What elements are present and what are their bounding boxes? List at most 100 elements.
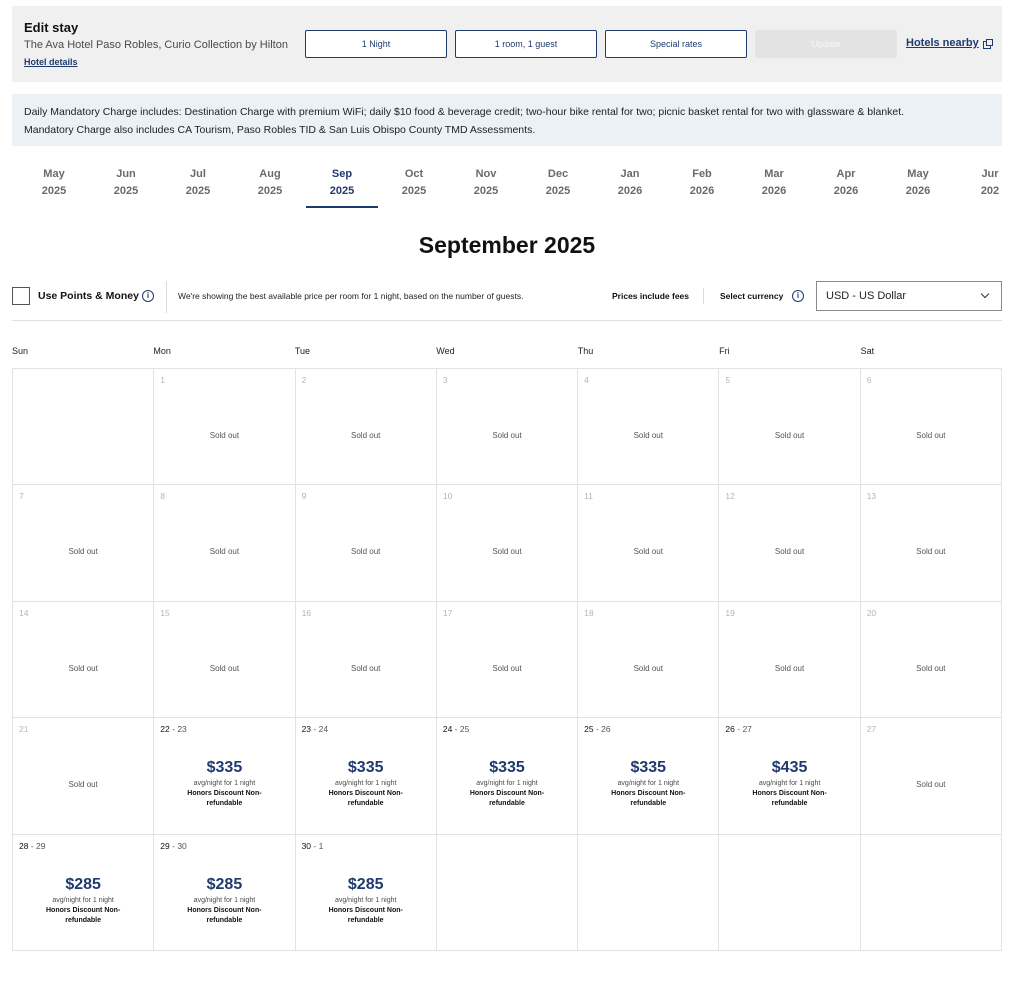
month-tab[interactable]: Jur 202 — [954, 166, 1024, 200]
chevron-down-icon — [980, 289, 990, 299]
month-tab-year: 2026 — [689, 185, 715, 197]
external-link-icon — [982, 38, 993, 49]
month-tab-year: 2025 — [257, 185, 283, 197]
month-tab[interactable]: Sep 2025 — [306, 166, 378, 200]
day-end: 24 — [318, 724, 329, 735]
month-tab-year: 2026 — [761, 185, 787, 197]
month-tab[interactable]: Nov 2025 — [450, 166, 522, 200]
month-tab[interactable]: Jul 2025 — [162, 166, 234, 200]
calendar-day-cell[interactable]: 23 - 24 $335 avg/night for 1 night Honors D… — [295, 718, 437, 835]
hotel-name: The Ava Hotel Paso Robles, Curio Collect… — [24, 39, 288, 51]
best-price-note: We're showing the best available price p… — [178, 291, 524, 301]
month-tab[interactable]: May 2025 — [18, 166, 90, 200]
currency-select[interactable]: USD - US Dollar — [816, 281, 1002, 311]
day-start: 2 — [301, 375, 307, 385]
day-number: 11 — [584, 491, 593, 501]
month-tab-month: Mar — [764, 168, 784, 180]
nightly-price[interactable]: $285 — [154, 875, 294, 895]
mandatory-charge-notice: Daily Mandatory Charge includes: Destina… — [12, 94, 1002, 146]
calendar-day-cell: 1 Sold out — [154, 369, 296, 486]
nightly-price[interactable]: $335 — [154, 758, 294, 778]
day-start: 21 — [19, 724, 29, 735]
month-tab[interactable]: May 2026 — [882, 166, 954, 200]
day-number: 26 - 27 — [725, 724, 752, 734]
price-block: $285 avg/night for 1 night Honors Discount… — [296, 875, 436, 926]
day-number: 6 — [867, 375, 872, 385]
avg-night-note: avg/night for 1 night — [193, 896, 256, 904]
calendar-day-cell[interactable]: 26 - 27 $435 avg/night for 1 night Honors D… — [719, 718, 861, 835]
day-start: 18 — [584, 607, 594, 618]
sold-out-label: Sold out — [916, 780, 946, 790]
hotel-details-link[interactable]: Hotel details — [24, 57, 78, 67]
calendar-day-cell: 18 Sold out — [578, 601, 720, 719]
options-divider — [166, 281, 167, 313]
month-tab[interactable]: Jan 2026 — [594, 166, 666, 200]
nightly-price[interactable]: $335 — [296, 758, 436, 778]
nightly-price[interactable]: $435 — [719, 758, 859, 778]
day-start: 22 — [160, 724, 170, 735]
avg-night-note: avg/night for 1 night — [193, 780, 256, 788]
month-tab[interactable]: Apr 2026 — [810, 166, 882, 200]
day-range-dash: - — [311, 840, 319, 851]
sold-out-label: Sold out — [68, 663, 98, 673]
points-info-icon[interactable]: i — [142, 290, 154, 302]
nights-button[interactable]: 1 Night — [305, 30, 447, 58]
price-block: $335 avg/night for 1 night Honors Discount… — [296, 758, 436, 809]
month-tab-year: 2025 — [545, 185, 571, 197]
month-tab-month: May — [43, 168, 65, 180]
select-currency-label: Select currency — [720, 291, 784, 301]
nightly-price[interactable]: $285 — [13, 875, 153, 895]
calendar-day-cell: 19 Sold out — [719, 601, 861, 719]
month-tab-year: 2025 — [41, 185, 67, 197]
calendar-day-cell[interactable]: 24 - 25 $335 avg/night for 1 night Honors D… — [436, 718, 579, 835]
nightly-price[interactable]: $335 — [437, 758, 577, 778]
nightly-price[interactable]: $335 — [578, 758, 718, 778]
calendar-day-cell: 8 Sold out — [154, 485, 296, 602]
month-tab[interactable]: Feb 2026 — [666, 166, 738, 200]
day-start: 14 — [19, 607, 29, 618]
day-start: 20 — [866, 607, 877, 618]
month-tab-month: May — [907, 168, 929, 180]
day-number: 19 — [725, 608, 734, 618]
currency-info-icon[interactable]: i — [792, 290, 804, 302]
hotels-nearby-link[interactable]: Hotels nearby — [906, 37, 993, 49]
rate-name: Honors Discount Non-refundable — [46, 906, 121, 924]
sold-out-label: Sold out — [209, 431, 240, 440]
use-points-checkbox[interactable] — [12, 287, 30, 305]
weekday-header: Wed — [436, 346, 455, 356]
price-block: $335 avg/night for 1 night Honors Discount… — [437, 758, 577, 809]
month-tab[interactable]: Dec 2025 — [522, 166, 594, 200]
day-number: 9 — [302, 491, 307, 501]
nightly-price[interactable]: $285 — [296, 875, 436, 895]
calendar-day-cell: 2 Sold out — [295, 369, 437, 486]
use-points-label[interactable]: Use Points & Money — [38, 290, 139, 302]
special-rates-button[interactable]: Special rates — [605, 30, 747, 58]
sold-out-label: Sold out — [916, 663, 946, 673]
month-tab[interactable]: Jun 2025 — [90, 166, 162, 200]
update-button[interactable]: Update — [755, 30, 897, 58]
month-tab-year: 2025 — [329, 185, 355, 197]
calendar-day-cell: 5 Sold out — [719, 369, 861, 486]
day-start: 17 — [442, 607, 453, 618]
day-start: 26 — [725, 724, 735, 735]
sold-out-label: Sold out — [633, 663, 663, 673]
calendar-day-cell: 9 Sold out — [295, 485, 437, 602]
calendar-day-cell[interactable]: 28 - 29 $285 avg/night for 1 night Honors D… — [13, 834, 155, 951]
month-tab[interactable]: Aug 2025 — [234, 166, 306, 200]
month-tab-year: 2025 — [473, 185, 499, 197]
month-tab[interactable]: Oct 2025 — [378, 166, 450, 200]
day-number: 29 - 30 — [160, 841, 187, 851]
calendar-day-cell[interactable]: 30 - 1 $285 avg/night for 1 night Honors Di… — [295, 834, 437, 951]
day-start: 5 — [725, 375, 731, 385]
calendar-day-cell[interactable]: 25 - 26 $335 avg/night for 1 night Honors D… — [578, 718, 720, 835]
day-range-dash: - — [28, 840, 37, 851]
month-tab-month: Oct — [404, 168, 424, 180]
day-range-dash: - — [311, 724, 319, 735]
month-tab-month: Jun — [116, 168, 136, 180]
month-tab[interactable]: Mar 2026 — [738, 166, 810, 200]
calendar-day-cell[interactable]: 22 - 23 $335 avg/night for 1 night Honors D… — [154, 718, 296, 835]
day-end: 26 — [601, 724, 611, 735]
day-end: 1 — [318, 840, 324, 851]
rooms-guests-button[interactable]: 1 room, 1 guest — [455, 30, 597, 58]
calendar-day-cell[interactable]: 29 - 30 $285 avg/night for 1 night Honors D… — [154, 834, 296, 951]
